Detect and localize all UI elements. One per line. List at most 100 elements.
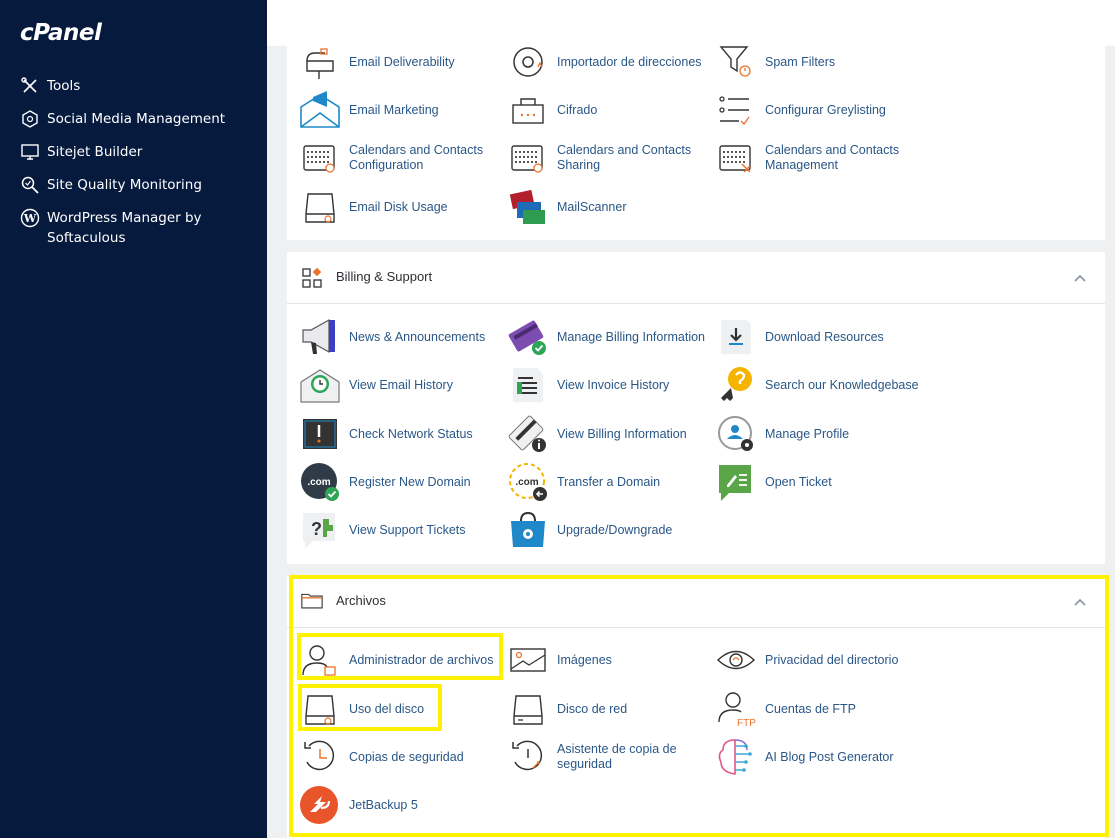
calendar-share-icon <box>507 137 549 179</box>
credit-card-check-icon <box>507 316 549 358</box>
network-disk-link[interactable]: Disco de red <box>507 687 717 731</box>
sidebar-item-site-quality[interactable]: Site Quality Monitoring <box>20 175 260 195</box>
download-resources-link[interactable]: Download Resources <box>715 315 925 359</box>
sidebar-item-label: Sitejet Builder <box>47 144 143 160</box>
lock-box-icon <box>507 89 549 131</box>
view-invoice-history-link[interactable]: View Invoice History <box>507 363 717 407</box>
view-billing-information-link[interactable]: View Billing Information <box>507 412 717 456</box>
item-label: Download Resources <box>765 329 884 344</box>
tools-icon <box>20 76 40 96</box>
chevron-up-icon[interactable] <box>1073 271 1087 285</box>
email-marketing-link[interactable]: Email Marketing <box>299 88 509 132</box>
panel-title: Billing & Support <box>336 269 433 284</box>
item-label: Administrador de archivos <box>349 652 494 667</box>
manage-billing-link[interactable]: Manage Billing Information <box>507 315 717 359</box>
sidebar-item-wordpress[interactable]: W WordPress Manager by Softaculous <box>20 208 260 248</box>
item-label: Calendars and Contacts Management <box>765 143 900 172</box>
sidebar-item-label: Social Media Management <box>47 111 226 127</box>
invoice-icon <box>507 364 549 406</box>
megaphone-envelope-icon <box>299 89 341 131</box>
email-disk-usage-link[interactable]: Email Disk Usage <box>299 185 509 229</box>
item-label: Cifrado <box>557 102 598 117</box>
item-label: Copias de seguridad <box>349 749 464 764</box>
backups-link[interactable]: Copias de seguridad <box>299 735 509 779</box>
file-manager-link[interactable]: Administrador de archivos <box>299 638 509 682</box>
check-network-status-link[interactable]: Check Network Status <box>299 412 509 456</box>
view-support-tickets-link[interactable]: ? View Support Tickets <box>299 508 509 552</box>
sidebar-item-social-media[interactable]: Social Media Management <box>20 109 260 129</box>
sidebar: cPanel Tools Social Media Management Sit… <box>0 0 267 838</box>
jetbackup-link[interactable]: JetBackup 5 <box>299 783 509 827</box>
disk-icon <box>299 688 341 730</box>
card-info-icon <box>507 413 549 455</box>
open-ticket-link[interactable]: Open Ticket <box>715 460 925 504</box>
key-icon <box>715 364 757 406</box>
item-label: Manage Profile <box>765 426 850 441</box>
wordpress-icon: W <box>20 208 40 228</box>
address-importer-link[interactable]: Importador de direcciones <box>507 40 717 84</box>
filter-icon <box>715 41 757 83</box>
sidebar-item-sitejet[interactable]: Sitejet Builder <box>20 142 260 162</box>
item-label: View Support Tickets <box>349 522 466 537</box>
question-ticket-icon: ? <box>299 509 341 551</box>
item-label: Privacidad del directorio <box>765 652 899 667</box>
cpanel-logo[interactable]: cPanel <box>20 20 102 46</box>
item-label: Cuentas de FTP <box>765 701 857 716</box>
network-disk-icon <box>507 688 549 730</box>
envelopes-icon <box>507 186 549 228</box>
news-announcements-link[interactable]: News & Announcements <box>299 315 509 359</box>
mailscanner-link[interactable]: MailScanner <box>507 185 717 229</box>
item-label: Email Deliverability <box>349 54 455 69</box>
item-label: Email Disk Usage <box>349 199 448 214</box>
disk-usage-link[interactable]: Uso del disco <box>299 687 509 731</box>
calendar-config-icon <box>299 137 341 179</box>
envelope-clock-icon <box>299 364 341 406</box>
manage-profile-link[interactable]: Manage Profile <box>715 412 925 456</box>
grid-diamond-icon <box>301 267 323 289</box>
item-label: Configurar Greylisting <box>765 102 886 117</box>
dotcom-check-icon: .com <box>299 461 341 503</box>
svg-text:W: W <box>23 212 37 225</box>
ai-blog-post-generator-link[interactable]: AI Blog Post Generator <box>715 735 925 779</box>
item-label: Search our Knowledgebase <box>765 377 919 392</box>
directory-privacy-link[interactable]: Privacidad del directorio <box>715 638 925 682</box>
upgrade-downgrade-link[interactable]: Upgrade/Downgrade <box>507 508 717 552</box>
item-label: JetBackup 5 <box>349 797 418 812</box>
item-label: Spam Filters <box>765 54 836 69</box>
view-email-history-link[interactable]: View Email History <box>299 363 509 407</box>
at-sign-icon <box>507 41 549 83</box>
search-knowledgebase-link[interactable]: Search our Knowledgebase <box>715 363 925 407</box>
sidebar-item-label: Tools <box>47 78 81 94</box>
greylisting-link[interactable]: Configurar Greylisting <box>715 88 925 132</box>
item-label: Check Network Status <box>349 426 473 441</box>
spam-filters-link[interactable]: Spam Filters <box>715 40 925 84</box>
item-label: Calendars and Contacts Configuration <box>349 143 484 172</box>
ftp-accounts-link[interactable]: FTP Cuentas de FTP <box>715 687 925 731</box>
calendars-config-link[interactable]: Calendars and Contacts Configuration <box>299 136 509 180</box>
transfer-domain-link[interactable]: .com Transfer a Domain <box>507 460 717 504</box>
chevron-up-icon[interactable] <box>1073 595 1087 609</box>
item-label: Calendars and Contacts Sharing <box>557 143 692 172</box>
sidebar-item-label: WordPress Manager by Softaculous <box>47 210 202 246</box>
jetbackup-icon <box>299 784 341 826</box>
backup-clock-icon <box>299 736 341 778</box>
calendars-management-link[interactable]: Calendars and Contacts Management <box>715 136 925 180</box>
item-label: Imágenes <box>557 652 612 667</box>
encryption-link[interactable]: Cifrado <box>507 88 717 132</box>
sidebar-nav: Tools Social Media Management Sitejet Bu… <box>20 76 260 261</box>
files-header[interactable]: Archivos <box>287 576 1105 628</box>
images-link[interactable]: Imágenes <box>507 638 717 682</box>
calendars-sharing-link[interactable]: Calendars and Contacts Sharing <box>507 136 717 180</box>
billing-support-header[interactable]: Billing & Support <box>287 252 1105 304</box>
backup-wizard-link[interactable]: Asistente de copia de seguridad <box>507 735 717 779</box>
image-icon <box>507 639 549 681</box>
dotcom-transfer-icon: .com <box>507 461 549 503</box>
backup-wizard-icon <box>507 736 549 778</box>
item-label: MailScanner <box>557 199 627 214</box>
svg-text:?: ? <box>311 519 322 539</box>
email-panel: Email Deliverability Importador de direc… <box>287 46 1105 240</box>
item-label: Upgrade/Downgrade <box>557 522 673 537</box>
email-deliverability-link[interactable]: Email Deliverability <box>299 40 509 84</box>
sidebar-item-tools[interactable]: Tools <box>20 76 260 96</box>
register-new-domain-link[interactable]: .com Register New Domain <box>299 460 509 504</box>
